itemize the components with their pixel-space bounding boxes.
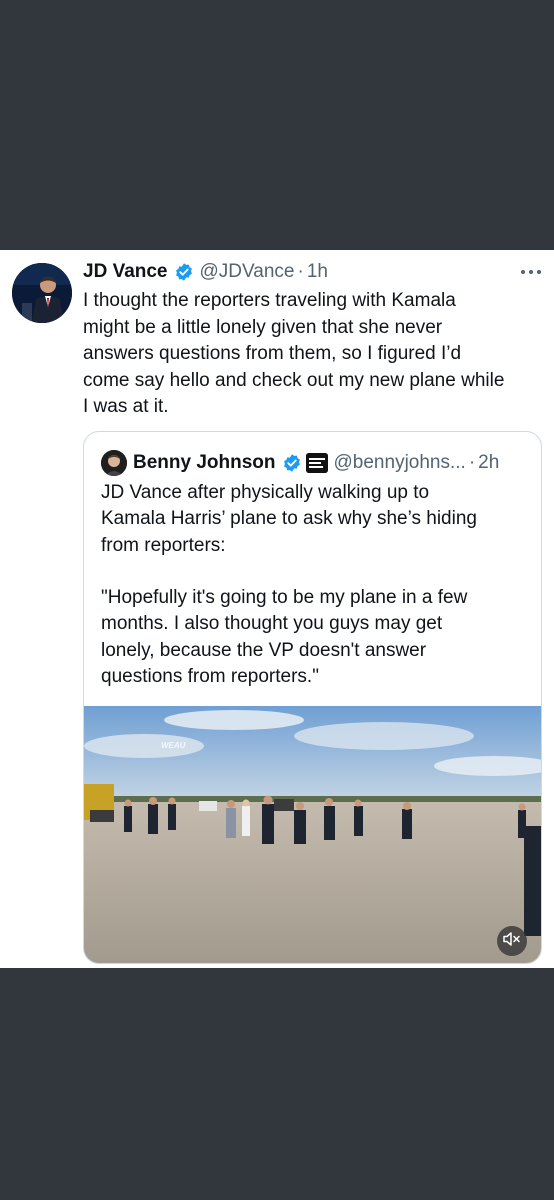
video-watermark: WEAU (161, 741, 186, 750)
more-options-icon[interactable] (520, 260, 542, 280)
verified-badge-icon (282, 453, 302, 473)
video-player[interactable]: WEAU (84, 706, 541, 963)
video-frame-image (84, 706, 541, 963)
tweet-header: JD Vance @JDVance · 1h (83, 258, 494, 286)
quoted-tweet[interactable]: Benny Johnson @bennyjohns... · 2h JD Van… (83, 431, 542, 964)
separator-dot: · (468, 452, 476, 473)
quoted-tweet-text: JD Vance after physically walking up to … (101, 482, 477, 688)
quoted-tweet-time[interactable]: 2h (478, 452, 499, 474)
author-avatar[interactable] (12, 263, 72, 323)
volume-muted-icon (503, 931, 521, 952)
affiliation-badge-icon (305, 453, 328, 473)
tweet-time[interactable]: 1h (307, 261, 328, 283)
author-handle[interactable]: @JDVance (200, 261, 295, 283)
separator-dot: · (297, 261, 304, 282)
author-name[interactable]: JD Vance (83, 261, 168, 283)
quoted-author-name[interactable]: Benny Johnson (133, 452, 276, 474)
quoted-author-handle[interactable]: @bennyjohns... (334, 452, 466, 474)
verified-badge-icon (174, 262, 194, 282)
tweet-text: I thought the reporters traveling with K… (83, 290, 505, 417)
mute-button[interactable] (497, 926, 527, 956)
quoted-tweet-header: Benny Johnson @bennyjohns... · 2h (133, 448, 531, 478)
tweet-card[interactable]: JD Vance @JDVance · 1h I thought the rep… (0, 250, 554, 968)
quoted-author-avatar[interactable] (101, 450, 127, 476)
